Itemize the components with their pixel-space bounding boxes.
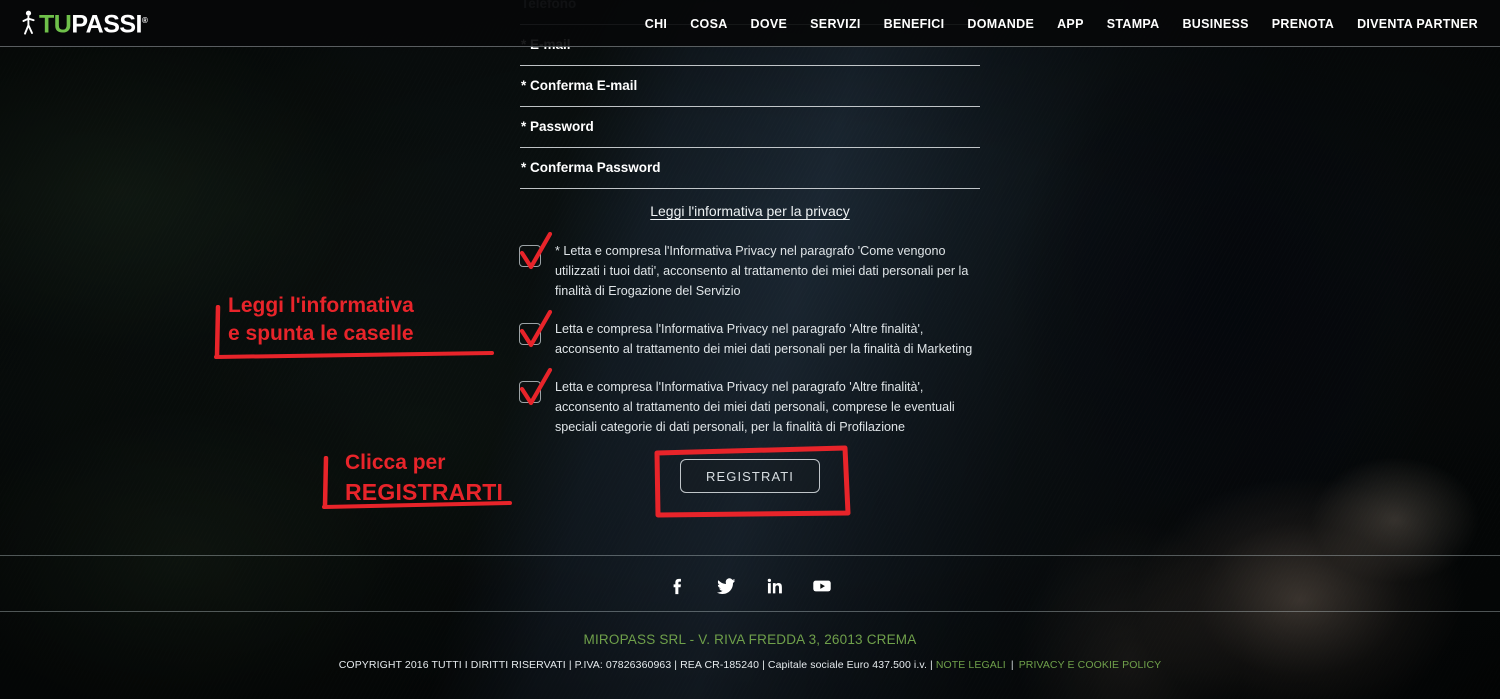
site-logo[interactable]: TUPASSI®	[18, 8, 148, 39]
field-label-conferma-password: * Conferma Password	[521, 160, 661, 175]
annotation-submit-hint-line1: Clicca per	[345, 451, 446, 474]
nav-item-cosa[interactable]: COSA	[690, 17, 727, 31]
facebook-icon[interactable]	[665, 573, 691, 599]
consent-checkbox-1[interactable]	[519, 245, 541, 267]
privacy-cookie-policy-link[interactable]: PRIVACY E COOKIE POLICY	[1019, 659, 1162, 671]
annotation-consent-hint-line2: e spunta le caselle	[228, 321, 414, 345]
social-links	[0, 573, 1500, 599]
field-password[interactable]: * Password	[520, 115, 980, 156]
submit-row: REGISTRATI	[520, 459, 980, 493]
nav-item-chi[interactable]: CHI	[645, 17, 667, 31]
site-header: TUPASSI® CHI COSA DOVE SERVIZI BENEFICI …	[0, 0, 1500, 47]
nav-item-benefici[interactable]: BENEFICI	[884, 17, 945, 31]
consent-text-1: * Letta e compresa l'Informativa Privacy…	[555, 244, 969, 298]
consent-text-3: Letta e compresa l'Informativa Privacy n…	[555, 380, 955, 434]
field-conferma-password[interactable]: * Conferma Password	[520, 156, 980, 197]
annotation-consent-hint: Leggi l'informativa e spunta le caselle	[228, 294, 414, 345]
nav-item-business[interactable]: BUSINESS	[1182, 17, 1248, 31]
consent-list: * Letta e compresa l'Informativa Privacy…	[519, 231, 981, 455]
consent-checkbox-2[interactable]	[519, 323, 541, 345]
privacy-link-row: Leggi l'informativa per la privacy	[520, 203, 980, 221]
nav-item-servizi[interactable]: SERVIZI	[810, 17, 861, 31]
youtube-icon[interactable]	[809, 573, 835, 599]
field-label-conferma-email: * Conferma E-mail	[521, 78, 638, 93]
annotation-submit-hint: Clicca per REGISTRARTI	[345, 451, 504, 505]
field-underline	[520, 188, 980, 189]
register-button[interactable]: REGISTRATI	[680, 459, 820, 493]
consent-row: Letta e compresa l'Informativa Privacy n…	[519, 309, 981, 359]
field-underline	[520, 147, 980, 148]
nav-item-dove[interactable]: DOVE	[751, 17, 788, 31]
footer-copyright-text: COPYRIGHT 2016 TUTTI I DIRITTI RISERVATI…	[338, 659, 933, 671]
logo-trademark: ®	[142, 16, 148, 26]
footer-company-info: MIROPASS SRL - V. RIVA FREDDA 3, 26013 C…	[583, 632, 917, 647]
nav-item-stampa[interactable]: STAMPA	[1107, 17, 1160, 31]
main-navigation: CHI COSA DOVE SERVIZI BENEFICI DOMANDE A…	[645, 0, 1478, 47]
privacy-policy-link[interactable]: Leggi l'informativa per la privacy	[650, 203, 850, 219]
field-label-password: * Password	[521, 119, 594, 134]
logo-text-tu: TU	[39, 10, 72, 39]
nav-item-app[interactable]: APP	[1057, 17, 1084, 31]
logo-text: TUPASSI®	[39, 8, 148, 39]
consent-row: * Letta e compresa l'Informativa Privacy…	[519, 231, 981, 301]
field-conferma-email[interactable]: * Conferma E-mail	[520, 74, 980, 115]
footer-divider-bottom	[0, 611, 1500, 612]
consent-row: Letta e compresa l'Informativa Privacy n…	[519, 367, 981, 437]
nav-item-domande[interactable]: DOMANDE	[967, 17, 1034, 31]
logo-text-passi: PASSI	[71, 10, 142, 39]
field-underline	[520, 65, 980, 66]
footer-legal-line: COPYRIGHT 2016 TUTTI I DIRITTI RISERVATI…	[0, 659, 1500, 671]
page-root: Telefono * E-mail * Conferma E-mail * Pa…	[0, 0, 1500, 699]
walking-person-icon	[22, 10, 35, 35]
note-legali-link[interactable]: NOTE LEGALI	[936, 659, 1006, 671]
consent-checkbox-3[interactable]	[519, 381, 541, 403]
annotation-submit-hint-line2: REGISTRARTI	[345, 478, 504, 505]
footer-divider-top	[0, 555, 1500, 556]
nav-item-diventa-partner[interactable]: DIVENTA PARTNER	[1357, 17, 1478, 31]
twitter-icon[interactable]	[713, 573, 739, 599]
field-underline	[520, 106, 980, 107]
annotation-consent-hint-line1: Leggi l'informativa	[228, 294, 414, 317]
linkedin-icon[interactable]	[761, 573, 787, 599]
nav-item-prenota[interactable]: PRENOTA	[1272, 17, 1334, 31]
consent-text-2: Letta e compresa l'Informativa Privacy n…	[555, 322, 973, 356]
footer-legal-separator: |	[1010, 659, 1014, 671]
